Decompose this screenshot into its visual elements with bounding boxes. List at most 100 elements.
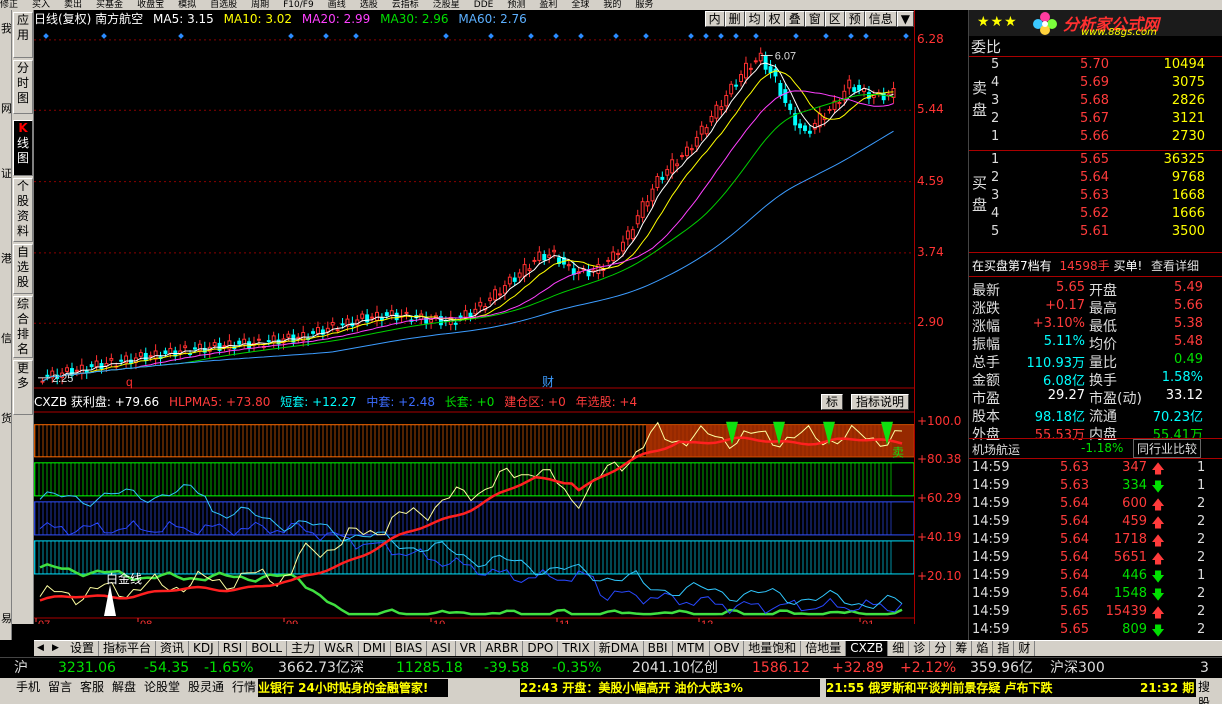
- indicator-tab[interactable]: KDJ: [189, 641, 219, 656]
- news-headline[interactable]: 21:32 期: [1140, 679, 1196, 697]
- indicator-tab[interactable]: BBI: [644, 641, 673, 656]
- indicator-explain-button[interactable]: 指标说明: [851, 394, 910, 410]
- tick-row[interactable]: 14:59 5.64 1548 🡇 2: [969, 586, 1222, 604]
- chart-toolbar-button[interactable]: ▼: [896, 11, 914, 27]
- news-headline[interactable]: 22:43 开盘：美股小幅高开 油价大跌3%: [520, 679, 820, 697]
- status-button[interactable]: 股灵通: [186, 679, 226, 695]
- indicator-tab[interactable]: 主力: [287, 641, 321, 656]
- status-button[interactable]: 论股堂: [142, 679, 182, 695]
- top-menu-item[interactable]: F10/F9: [283, 0, 314, 10]
- chart-toolbar-button[interactable]: 信息: [864, 11, 897, 27]
- indicator-tab[interactable]: BIAS: [391, 641, 428, 656]
- kline-chart-svg[interactable]: 6.07 2.25 q 财白金线 卖 07 08 09 10 11 12 01: [34, 10, 914, 624]
- tick-row[interactable]: 14:59 5.64 5651 🡅 2: [969, 550, 1222, 568]
- tab-app[interactable]: 应用: [13, 12, 33, 58]
- top-menu-item[interactable]: 模拟: [178, 0, 196, 10]
- kline-chart-area[interactable]: 6.07 2.25 q 财白金线 卖 07 08 09 10 11 12 01 日线(复权) 南方航空…: [34, 10, 914, 624]
- top-menu-item[interactable]: 修正: [0, 0, 18, 10]
- status-button[interactable]: 解盘: [110, 679, 138, 695]
- chart-toolbar-button[interactable]: 权: [764, 11, 785, 27]
- indicator-small-button[interactable]: 标: [821, 394, 844, 410]
- brand-banner[interactable]: ★★★ 分析家公式网 www.88gs.com: [969, 10, 1222, 38]
- sell-row[interactable]: 2 5.67 3121: [969, 111, 1222, 129]
- top-menu-item[interactable]: 周期: [251, 0, 269, 10]
- tick-row[interactable]: 14:59 5.64 446 🡇 1: [969, 568, 1222, 586]
- indicator-tab[interactable]: MTM: [673, 641, 710, 656]
- indicator-tab[interactable]: DMI: [359, 641, 391, 656]
- news-headline[interactable]: 21:55 俄罗斯和平谈判前景存疑 卢布下跌: [826, 679, 1140, 697]
- top-menu-item[interactable]: 收盘宝: [137, 0, 164, 10]
- top-menu-item[interactable]: 买入: [32, 0, 50, 10]
- indicator-tab[interactable]: W&R: [320, 641, 359, 656]
- top-menu-item[interactable]: 云指标: [392, 0, 419, 10]
- buy-row[interactable]: 5 5.61 3500: [969, 224, 1222, 242]
- chart-toolbar-button[interactable]: 叠: [784, 11, 805, 27]
- indicator-tab[interactable]: 筹: [951, 641, 973, 656]
- top-menu-item[interactable]: 自选股: [210, 0, 237, 10]
- tab-scroll-arrows[interactable]: ◀ ▶: [34, 640, 66, 656]
- top-menu-item[interactable]: 我的: [603, 0, 621, 10]
- top-menu-item[interactable]: DDE: [474, 0, 494, 10]
- tab-more[interactable]: 更多: [13, 360, 33, 415]
- indicator-tab[interactable]: DPO: [523, 641, 559, 656]
- indicator-tab[interactable]: 细: [888, 641, 910, 656]
- indicator-tab[interactable]: 财: [1014, 641, 1036, 656]
- buy-row[interactable]: 2 5.64 9768: [969, 170, 1222, 188]
- chart-toolbar-button[interactable]: 删: [724, 11, 745, 27]
- industry-compare-button[interactable]: 同行业比较: [1133, 439, 1202, 458]
- indicator-tab[interactable]: 诊: [909, 641, 931, 656]
- tick-row[interactable]: 14:59 5.65 809 🡇 2: [969, 622, 1222, 640]
- chart-toolbar-button[interactable]: 预: [844, 11, 865, 27]
- status-button[interactable]: 手机: [14, 679, 42, 695]
- buy-row[interactable]: 3 5.63 1668: [969, 188, 1222, 206]
- tick-row[interactable]: 14:59 5.64 600 🡅 2: [969, 496, 1222, 514]
- indicator-tab[interactable]: 资讯: [156, 641, 190, 656]
- indicator-tab[interactable]: ARBR: [481, 641, 524, 656]
- tick-row[interactable]: 14:59 5.65 15439 🡅 2: [969, 604, 1222, 622]
- top-menu-item[interactable]: 全球: [571, 0, 589, 10]
- indicator-tab[interactable]: 倍地量: [801, 641, 847, 656]
- indicator-tab[interactable]: CXZB: [846, 641, 889, 656]
- chart-toolbar-button[interactable]: 区: [824, 11, 845, 27]
- indicator-tab[interactable]: TRIX: [558, 641, 595, 656]
- tick-row[interactable]: 14:59 5.63 334 🡇 1: [969, 478, 1222, 496]
- view-detail-link[interactable]: 查看详细: [1151, 257, 1199, 274]
- top-menu-item[interactable]: 卖出: [64, 0, 82, 10]
- top-menu-item[interactable]: 服务: [635, 0, 653, 10]
- search-stock-button[interactable]: 搜股: [1196, 679, 1222, 704]
- top-menu-item[interactable]: 泛股星: [433, 0, 460, 10]
- indicator-tab[interactable]: 地量饱和: [744, 641, 802, 656]
- tab-ranking[interactable]: 综合排名: [13, 296, 33, 358]
- scroll-left-icon[interactable]: ◀: [37, 643, 44, 653]
- indicator-tab[interactable]: 新DMA: [595, 641, 644, 656]
- top-menu-item[interactable]: 盈利: [539, 0, 557, 10]
- sell-row[interactable]: 5 5.70 10494: [969, 57, 1222, 75]
- indicator-tab[interactable]: 指: [993, 641, 1015, 656]
- chart-toolbar-button[interactable]: 均: [744, 11, 765, 27]
- indicator-tab[interactable]: VR: [456, 641, 482, 656]
- indicator-tab[interactable]: 分: [930, 641, 952, 656]
- indicator-tab[interactable]: 指标平台: [99, 641, 157, 656]
- indicator-tab[interactable]: OBV: [710, 641, 745, 656]
- tick-row[interactable]: 14:59 5.63 347 🡅 1: [969, 460, 1222, 478]
- buy-row[interactable]: 1 5.65 36325: [969, 152, 1222, 170]
- tab-timeshare[interactable]: 分时图: [13, 60, 33, 114]
- scroll-right-icon[interactable]: ▶: [52, 643, 59, 653]
- tick-list[interactable]: 14:59 5.63 347 🡅 1 14:59 5.63 334 🡇 1 14:59 5.64 600…: [969, 460, 1222, 640]
- buy-row[interactable]: 4 5.62 1666: [969, 206, 1222, 224]
- index-ticker[interactable]: 沪 3231.06 -54.35 -1.65% 3662.73亿深 11285.18 -39…: [0, 657, 1222, 677]
- top-menu-item[interactable]: 预测: [507, 0, 525, 10]
- tab-stockinfo[interactable]: 个股资料: [13, 178, 33, 242]
- top-menu-item[interactable]: 买基金: [96, 0, 123, 10]
- sell-row[interactable]: 3 5.68 2826: [969, 93, 1222, 111]
- status-button[interactable]: 留言: [46, 679, 74, 695]
- indicator-tab[interactable]: BOLL: [247, 641, 288, 656]
- news-headline[interactable]: 业银行 24小时贴身的金融管家!: [258, 679, 448, 697]
- indicator-tab[interactable]: RSI: [219, 641, 248, 656]
- status-button[interactable]: 客服: [78, 679, 106, 695]
- chart-toolbar-button[interactable]: 内: [704, 11, 725, 27]
- sell-row[interactable]: 1 5.66 2730: [969, 129, 1222, 147]
- sell-row[interactable]: 4 5.69 3075: [969, 75, 1222, 93]
- top-menu-item[interactable]: 画线: [328, 0, 346, 10]
- chart-toolbar-button[interactable]: 窗: [804, 11, 825, 27]
